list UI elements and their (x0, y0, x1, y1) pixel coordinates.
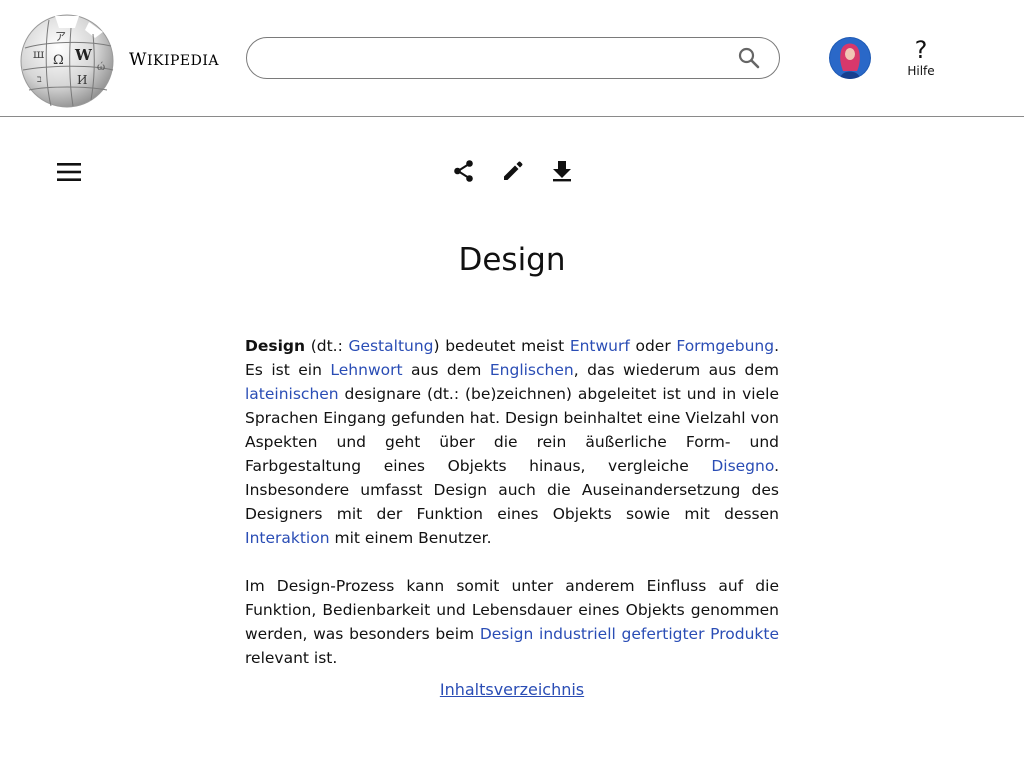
svg-text:Ω: Ω (53, 53, 64, 68)
article-paragraph-2: Im Design-Prozess kann somit unter ander… (245, 574, 779, 670)
text-run: , das wiederum aus dem (573, 361, 779, 379)
link-entwurf[interactable]: Entwurf (570, 337, 630, 355)
search-box (246, 37, 780, 79)
page-title: Design (458, 242, 566, 278)
svg-text:W: W (74, 46, 93, 64)
help-label: Hilfe (907, 64, 935, 78)
wikipedia-logo-icon[interactable]: Ω W ш И ア ב ώ (15, 12, 119, 108)
article-body: Design (dt.: Gestaltung) bedeutet meist … (245, 334, 779, 694)
wordmark-rest: IKIPEDIA (146, 53, 220, 69)
edit-pencil-icon[interactable] (501, 159, 525, 183)
text-run: oder (629, 337, 677, 355)
text-run: mit einem Benutzer. (329, 529, 492, 547)
lead-term: Design (245, 337, 306, 355)
svg-text:ב: ב (37, 74, 42, 85)
article-paragraph-1: Design (dt.: Gestaltung) bedeutet meist … (245, 334, 779, 550)
link-englischen[interactable]: Englischen (490, 361, 574, 379)
user-avatar-icon[interactable] (829, 37, 871, 79)
search-input[interactable] (265, 46, 725, 70)
table-of-contents-link[interactable]: Inhaltsverzeichnis (440, 680, 584, 699)
link-lehnwort[interactable]: Lehnwort (330, 361, 402, 379)
toc-container: Inhaltsverzeichnis (0, 678, 1024, 702)
link-disegno[interactable]: Disegno (711, 457, 774, 475)
link-formgebung[interactable]: Formgebung (676, 337, 774, 355)
svg-text:ώ: ώ (97, 62, 105, 73)
text-run: relevant ist. (245, 649, 338, 667)
svg-text:ア: ア (55, 30, 66, 43)
search-icon[interactable] (737, 46, 761, 70)
text-run: (dt.: (305, 337, 349, 355)
text-run: ) bedeutet meist (433, 337, 570, 355)
hamburger-menu-icon[interactable] (57, 160, 81, 184)
header: Ω W ш И ア ב ώ WIKIPEDIA ? Hilfe (0, 0, 1024, 117)
wikipedia-wordmark[interactable]: WIKIPEDIA (129, 50, 219, 70)
link-interaktion[interactable]: Interaktion (245, 529, 330, 547)
question-mark-icon: ? (914, 36, 928, 64)
link-gestaltung[interactable]: Gestaltung (348, 337, 433, 355)
svg-text:ш: ш (33, 47, 44, 61)
svg-text:И: И (77, 73, 87, 87)
link-lateinischen[interactable]: lateinischen (245, 385, 339, 403)
wordmark-initial: W (129, 50, 147, 70)
share-icon[interactable] (452, 159, 476, 183)
download-icon[interactable] (550, 159, 574, 183)
text-run: aus dem (402, 361, 490, 379)
help-button[interactable]: ? Hilfe (898, 36, 944, 78)
link-industriedesign[interactable]: Design industriell gefertigter Produkte (480, 625, 779, 643)
